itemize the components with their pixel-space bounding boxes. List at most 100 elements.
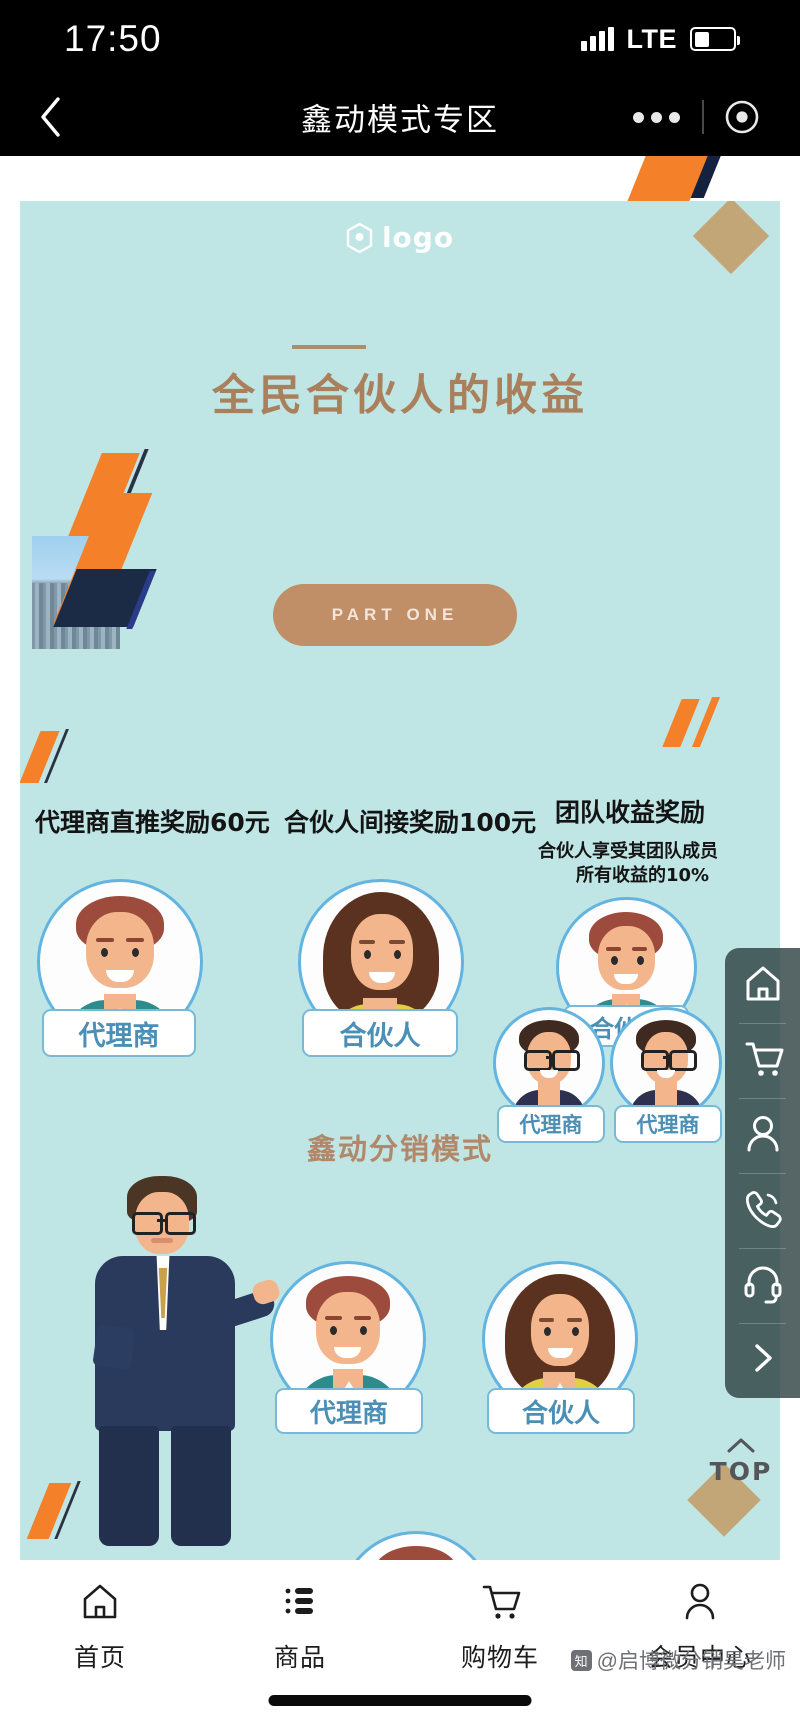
watermark-text: @启博微分销昊老师 bbox=[596, 1650, 786, 1673]
glasses-bridge bbox=[546, 1056, 552, 1059]
glasses-l bbox=[524, 1050, 552, 1071]
glasses-r bbox=[552, 1050, 580, 1071]
poster-image: logo 全民合伙人的收益 PART ONE 代理商直推奖励60元 代理商 合伙… bbox=[20, 201, 780, 1560]
eye-r bbox=[360, 1326, 367, 1335]
signal-bars-icon bbox=[580, 27, 614, 51]
side-toolbar-call[interactable] bbox=[725, 1173, 800, 1248]
side-toolbar-support[interactable] bbox=[725, 1248, 800, 1323]
section2-title: 鑫动分销模式 bbox=[306, 1132, 493, 1166]
title-rule bbox=[292, 345, 366, 349]
chevron-up-icon bbox=[704, 1434, 778, 1459]
eye-l bbox=[364, 950, 371, 959]
brow-l bbox=[359, 940, 375, 944]
presenter-mouth bbox=[151, 1238, 173, 1243]
badge-partner-2: 合伙人 bbox=[487, 1388, 635, 1434]
neck bbox=[538, 1082, 560, 1106]
column-2-heading: 合伙人间接奖励100元 bbox=[284, 808, 537, 837]
column-1-heading: 代理商直推奖励60元 bbox=[35, 808, 270, 837]
brow-r bbox=[389, 940, 405, 944]
poster-logo-text: logo bbox=[381, 221, 455, 254]
brow-l bbox=[606, 947, 621, 951]
side-toolbar-cart[interactable] bbox=[725, 1023, 800, 1098]
column-3-heading: 团队收益奖励 bbox=[555, 798, 706, 827]
side-toolbar-home[interactable] bbox=[725, 948, 800, 1023]
side-toolbar-profile[interactable] bbox=[725, 1098, 800, 1173]
battery-icon bbox=[690, 27, 740, 51]
badge-agent-1: 代理商 bbox=[42, 1009, 196, 1057]
glasses-l bbox=[641, 1050, 669, 1071]
home-icon bbox=[740, 960, 786, 1011]
presenter-glasses-bridge bbox=[157, 1219, 165, 1222]
eye-r bbox=[132, 948, 139, 957]
eye-l bbox=[330, 1326, 337, 1335]
capsule-buttons bbox=[611, 97, 780, 137]
badge-agent-2: 代理商 bbox=[275, 1388, 423, 1434]
cart-icon bbox=[477, 1578, 523, 1629]
poster-top-strip bbox=[20, 156, 780, 201]
more-dots-icon[interactable] bbox=[611, 111, 702, 123]
reward-columns: 代理商直推奖励60元 代理商 合伙人间接奖励100元 合伙人 团队收益奖励 合伙… bbox=[20, 761, 780, 1181]
chevron-right-icon bbox=[743, 1338, 783, 1383]
eye-l bbox=[611, 956, 618, 965]
eye-r bbox=[637, 956, 644, 965]
presenter-glasses-r bbox=[165, 1212, 196, 1235]
watermark: 知 @启博微分销昊老师 bbox=[570, 1645, 786, 1675]
presenter-clipboard bbox=[92, 1323, 136, 1371]
badge-partner-1: 合伙人 bbox=[302, 1009, 458, 1057]
column-3-sub-line-1: 合伙人享受其团队成员 bbox=[538, 841, 718, 862]
eye-l bbox=[544, 1327, 551, 1336]
status-time: 17:50 bbox=[64, 18, 162, 59]
tab-products[interactable]: 商品 bbox=[200, 1560, 400, 1685]
brow-l bbox=[325, 1316, 342, 1320]
page-webview[interactable]: logo 全民合伙人的收益 PART ONE 代理商直推奖励60元 代理商 合伙… bbox=[0, 156, 800, 1560]
part-one-button[interactable]: PART ONE bbox=[273, 584, 517, 646]
brow-r bbox=[354, 1316, 371, 1320]
phone-icon bbox=[740, 1185, 786, 1236]
eye-r bbox=[394, 950, 401, 959]
brow-l bbox=[96, 938, 114, 942]
tab-home[interactable]: 首页 bbox=[0, 1560, 200, 1685]
person-icon bbox=[677, 1578, 723, 1629]
presenter-illustration bbox=[75, 1176, 282, 1546]
headset-support-icon bbox=[740, 1260, 786, 1311]
brow-r bbox=[632, 947, 647, 951]
nav-bar: 鑫动模式专区 bbox=[0, 78, 800, 156]
eye-l bbox=[101, 948, 108, 957]
back-to-top-button[interactable]: TOP bbox=[704, 1434, 778, 1484]
status-bar: 17:50 LTE bbox=[0, 0, 800, 78]
brow-r bbox=[126, 938, 144, 942]
cart-icon bbox=[740, 1035, 786, 1086]
back-to-top-label: TOP bbox=[709, 1457, 773, 1486]
presenter-leg-r bbox=[171, 1426, 231, 1546]
network-type-label: LTE bbox=[626, 23, 677, 54]
home-indicator-area bbox=[0, 1685, 800, 1731]
avatar-next-partial bbox=[338, 1531, 494, 1560]
avatar-agent-right bbox=[610, 1007, 722, 1119]
presenter-leg-l bbox=[99, 1426, 159, 1546]
presenter-glasses-l bbox=[132, 1212, 163, 1235]
tab-products-label: 商品 bbox=[273, 1643, 326, 1672]
watermark-badge: 知 bbox=[570, 1649, 592, 1671]
home-icon bbox=[77, 1578, 123, 1629]
brow-r bbox=[567, 1318, 582, 1322]
list-icon bbox=[277, 1578, 323, 1629]
poster-hero-title: 全民合伙人的收益 bbox=[212, 371, 588, 421]
tab-home-label: 首页 bbox=[73, 1643, 126, 1672]
home-indicator[interactable] bbox=[268, 1695, 532, 1706]
glasses-r bbox=[669, 1050, 697, 1071]
side-toolbar-collapse[interactable] bbox=[725, 1323, 800, 1398]
neck bbox=[655, 1082, 677, 1106]
hair bbox=[374, 1546, 458, 1560]
brow-l bbox=[539, 1318, 554, 1322]
floating-side-toolbar[interactable] bbox=[725, 948, 800, 1398]
tab-cart-label: 购物车 bbox=[460, 1643, 539, 1672]
status-indicators: LTE bbox=[580, 23, 740, 55]
column-3-sub-line-2: 所有收益的10% bbox=[576, 865, 710, 886]
avatar-agent-left bbox=[493, 1007, 605, 1119]
eye-r bbox=[572, 1327, 579, 1336]
poster-logo: logo bbox=[20, 221, 780, 254]
glasses-bridge bbox=[663, 1056, 669, 1059]
person-icon bbox=[740, 1110, 786, 1161]
hexagon-location-logo-icon bbox=[346, 222, 373, 253]
target-circle-icon[interactable] bbox=[704, 97, 780, 137]
